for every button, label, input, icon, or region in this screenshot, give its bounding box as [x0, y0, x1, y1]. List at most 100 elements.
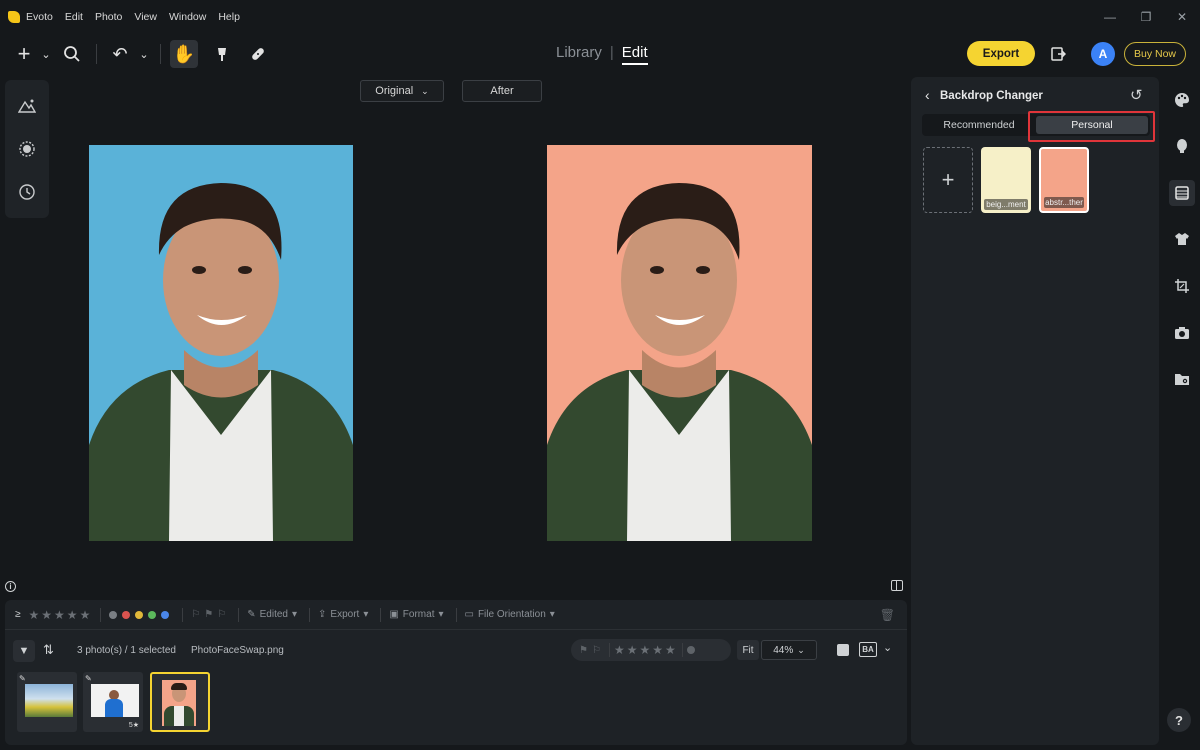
- orientation-filter[interactable]: File Orientation: [478, 609, 546, 620]
- minimize-icon[interactable]: —: [1092, 10, 1128, 24]
- filmstrip-thumb-landscape[interactable]: ✎: [17, 672, 77, 732]
- star-icon[interactable]: ★: [41, 608, 52, 622]
- tab-library[interactable]: Library: [556, 44, 602, 65]
- chevron-down-icon[interactable]: ⌄: [883, 641, 892, 654]
- presets-icon[interactable]: [13, 135, 41, 163]
- flag-icon[interactable]: ⚐: [191, 609, 200, 620]
- menu-photo[interactable]: Photo: [95, 11, 122, 23]
- thumb-image: [91, 684, 139, 717]
- star-icon[interactable]: ★: [54, 608, 65, 622]
- info-icon[interactable]: i: [5, 581, 16, 592]
- clothing-icon[interactable]: [1169, 226, 1195, 252]
- bandage-tool-icon[interactable]: [244, 40, 272, 68]
- share-panel-icon[interactable]: [1044, 40, 1072, 68]
- photo-canvas[interactable]: Original ⌄ After: [52, 76, 908, 596]
- swatch-label: beig...ment: [984, 199, 1028, 210]
- single-view-icon[interactable]: [837, 644, 849, 656]
- star-icon[interactable]: ★: [652, 643, 663, 657]
- star-icon[interactable]: ★: [665, 643, 676, 657]
- edited-filter[interactable]: Edited: [260, 609, 288, 620]
- backdrop-icon[interactable]: [1169, 180, 1195, 206]
- star-icon[interactable]: ★: [29, 608, 40, 622]
- export-filter[interactable]: Export: [330, 609, 359, 620]
- export-button[interactable]: Export: [967, 41, 1035, 66]
- palette-icon[interactable]: [1169, 87, 1195, 113]
- format-filter-icon: ▣: [389, 609, 399, 620]
- camera-icon[interactable]: [1169, 320, 1195, 346]
- backdrop-swatch-abstract[interactable]: abstr...ther: [1039, 147, 1089, 213]
- filmstrip-panel: ≥ ★ ★ ★ ★ ★ ⚐ ⚑ ⚐ ✎ Edited ▾ ⇪ Export ▾ …: [5, 600, 907, 745]
- flag-reject-icon[interactable]: ⚐: [592, 645, 601, 656]
- user-avatar[interactable]: A: [1091, 42, 1115, 66]
- swatch-label: abstr...ther: [1044, 197, 1084, 208]
- flag-reject-icon[interactable]: ⚐: [217, 609, 226, 620]
- menu-bar: Evoto Edit Photo View Window Help: [0, 0, 1200, 34]
- filter-funnel-icon[interactable]: ▼: [13, 640, 35, 662]
- left-tool-rail: [5, 80, 49, 218]
- personal-tab-highlight: [1028, 111, 1155, 142]
- before-after-toggle[interactable]: BA: [859, 642, 877, 657]
- menu-help[interactable]: Help: [218, 11, 240, 23]
- folder-view-icon[interactable]: [1169, 366, 1195, 392]
- compare-view-icon[interactable]: [891, 580, 903, 591]
- color-label-yellow[interactable]: [135, 610, 144, 619]
- original-photo: [89, 145, 353, 541]
- backdrop-swatch-beige[interactable]: beig...ment: [981, 147, 1031, 213]
- toolbar: + ⌄ ↶ ⌄ ✋ Library | Edit Export A Buy No…: [0, 34, 1200, 74]
- tab-edit[interactable]: Edit: [621, 44, 648, 65]
- close-icon[interactable]: ✕: [1164, 10, 1200, 24]
- chevron-down-icon[interactable]: ⌄: [32, 40, 60, 68]
- color-label-dot[interactable]: [686, 646, 695, 654]
- filmstrip-thumb-blue-shirt[interactable]: ✎ 5★: [83, 672, 143, 732]
- search-icon[interactable]: [58, 40, 86, 68]
- export-filter-icon: ⇪: [318, 609, 327, 620]
- photo-count: 3 photo(s) / 1 selected: [77, 645, 176, 656]
- rating-pill: ⚑ ⚐ ★ ★ ★ ★ ★: [571, 639, 731, 661]
- star-icon[interactable]: ★: [67, 608, 78, 622]
- menu-window[interactable]: Window: [169, 11, 206, 23]
- sort-icon[interactable]: ⇅: [43, 642, 54, 658]
- buy-now-button[interactable]: Buy Now: [1124, 42, 1186, 66]
- filmstrip-thumb-selected[interactable]: [150, 672, 210, 732]
- divider: [681, 643, 683, 657]
- chevron-down-icon: ▾: [363, 609, 369, 620]
- history-icon[interactable]: [13, 178, 41, 206]
- flag-pick-icon[interactable]: ⚑: [204, 609, 213, 620]
- fit-button[interactable]: Fit: [737, 640, 759, 660]
- reset-icon[interactable]: ↺: [1130, 86, 1143, 104]
- color-label-blue[interactable]: [161, 610, 170, 619]
- star-icon[interactable]: ★: [639, 643, 650, 657]
- app-name: Evoto: [26, 11, 53, 23]
- after-photo: [547, 145, 812, 541]
- tab-recommended[interactable]: Recommended: [922, 114, 1036, 136]
- hand-tool-icon[interactable]: ✋: [170, 40, 198, 68]
- undo-history-chevron-icon[interactable]: ⌄: [130, 40, 158, 68]
- crop-icon[interactable]: [1169, 273, 1195, 299]
- ai-adjust-icon[interactable]: [13, 92, 41, 120]
- color-label-red[interactable]: [122, 610, 131, 619]
- flag-pick-icon[interactable]: ⚑: [579, 645, 588, 656]
- panel-title: Backdrop Changer: [940, 90, 1043, 102]
- brush-tool-icon[interactable]: [208, 40, 236, 68]
- trash-icon[interactable]: 🗑: [880, 608, 895, 622]
- help-button[interactable]: ?: [1167, 708, 1191, 732]
- color-label-green[interactable]: [148, 610, 157, 619]
- color-label-gray[interactable]: [109, 610, 118, 619]
- divider: [608, 643, 610, 657]
- filmstrip-info-row: ▼ ⇅ 3 photo(s) / 1 selected PhotoFaceSwa…: [5, 638, 907, 664]
- format-filter[interactable]: Format: [403, 609, 435, 620]
- after-button[interactable]: After: [462, 80, 542, 102]
- add-backdrop-button[interactable]: +: [923, 147, 973, 213]
- rating-operator-icon[interactable]: ≥: [15, 609, 21, 620]
- menu-view[interactable]: View: [134, 11, 157, 23]
- star-icon[interactable]: ★: [627, 643, 638, 657]
- zoom-select[interactable]: 44% ⌄: [761, 640, 817, 660]
- edited-badge-icon: ✎: [19, 674, 26, 683]
- restore-icon[interactable]: ❐: [1128, 10, 1164, 24]
- original-dropdown[interactable]: Original ⌄: [360, 80, 444, 102]
- face-retouch-icon[interactable]: [1169, 133, 1195, 159]
- star-icon[interactable]: ★: [80, 608, 91, 622]
- menu-edit[interactable]: Edit: [65, 11, 83, 23]
- back-arrow-icon[interactable]: ‹: [925, 87, 930, 103]
- star-icon[interactable]: ★: [614, 643, 625, 657]
